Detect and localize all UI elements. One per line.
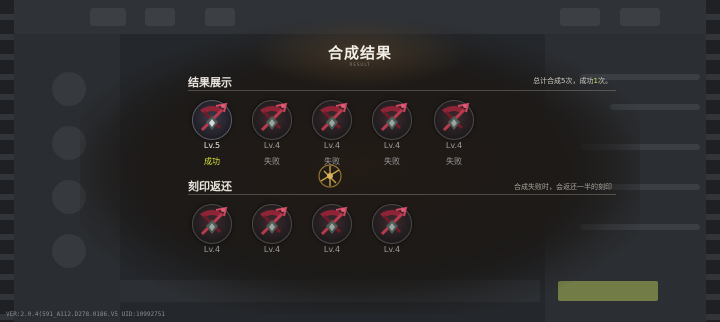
item-status: 成功 — [204, 157, 220, 166]
modal-title: 合成结果 — [327, 44, 392, 62]
item-level: Lv.4 — [383, 245, 401, 254]
item-status: 失败 — [264, 157, 280, 166]
item-level: Lv.4 — [263, 141, 281, 150]
results-section-label: 结果展示 — [188, 76, 232, 89]
results-section-header: 结果展示 总计合成5次，成功1次。 — [188, 74, 616, 91]
crossbow-emblem-icon — [320, 102, 348, 132]
crossbow-emblem-icon — [320, 206, 348, 236]
crossbow-emblem-icon — [260, 206, 288, 236]
return-note: 合成失败时，会返还一半的刻印 — [514, 183, 612, 191]
item-level: Lv.4 — [323, 245, 341, 254]
crossbow-emblem-icon — [380, 102, 408, 132]
modal-subtitle: RESULT — [349, 62, 371, 67]
crossbow-emblem-icon — [380, 206, 408, 236]
item-level: Lv.4 — [263, 245, 281, 254]
item-level: Lv.5 — [203, 141, 221, 150]
item-level: Lv.4 — [383, 141, 401, 150]
crossbow-emblem-icon — [200, 102, 228, 132]
item-level: Lv.4 — [323, 141, 341, 150]
item-level: Lv.4 — [203, 245, 221, 254]
crossbow-emblem-icon — [200, 206, 228, 236]
item-status: 失败 — [384, 157, 400, 166]
return-section-header: 刻印返还 合成失败时，会返还一半的刻印 — [188, 178, 616, 195]
synthesis-result-modal[interactable]: 合成结果 RESULT 结果展示 总计合成5次，成功1次。 Lv.5 成功 Lv… — [80, 18, 640, 314]
results-summary: 总计合成5次，成功1次。 — [533, 77, 612, 85]
frame-left-edge — [0, 0, 14, 322]
return-section-label: 刻印返还 — [188, 180, 232, 193]
crossbow-emblem-icon — [442, 102, 470, 132]
item-status: 失败 — [446, 157, 462, 166]
crossbow-emblem-icon — [260, 102, 288, 132]
item-level: Lv.4 — [445, 141, 463, 150]
frame-right-edge — [706, 0, 720, 322]
